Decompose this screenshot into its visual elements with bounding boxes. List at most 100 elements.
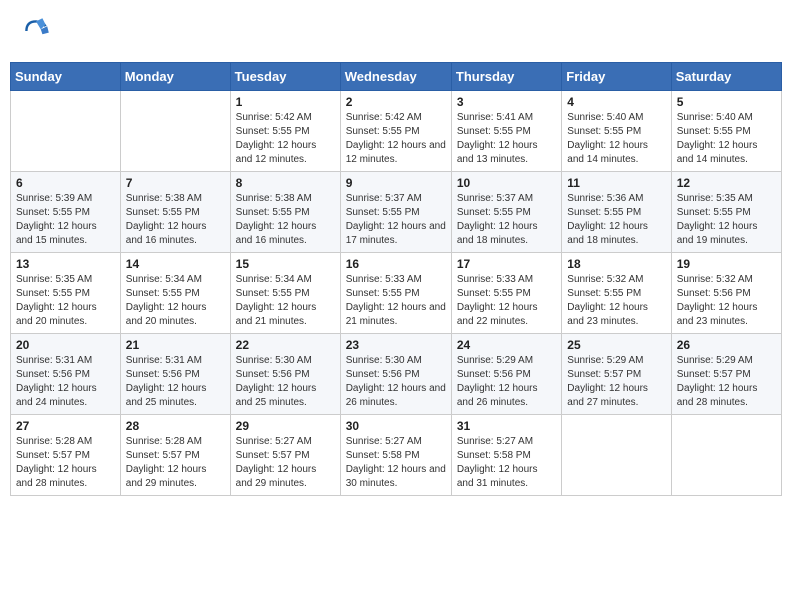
day-number: 3 [457, 95, 556, 109]
day-cell: 16 Sunrise: 5:33 AM Sunset: 5:55 PM Dayli… [340, 253, 451, 334]
day-cell: 30 Sunrise: 5:27 AM Sunset: 5:58 PM Dayli… [340, 415, 451, 496]
day-cell: 27 Sunrise: 5:28 AM Sunset: 5:57 PM Dayli… [11, 415, 121, 496]
day-number: 22 [236, 338, 335, 352]
day-cell: 7Sunrise: 5:38 AM Sunset: 5:55 PM Daylig… [120, 172, 230, 253]
day-cell: 1 Sunrise: 5:42 AM Sunset: 5:55 PM Daylig… [230, 91, 340, 172]
day-cell: 21 Sunrise: 5:31 AM Sunset: 5:56 PM Dayli… [120, 334, 230, 415]
day-info: Sunrise: 5:28 AM Sunset: 5:57 PM Dayligh… [16, 435, 115, 491]
day-info: Sunrise: 5:36 AM Sunset: 5:55 PM Dayligh… [567, 192, 665, 248]
day-info: Sunrise: 5:34 AM Sunset: 5:55 PM Dayligh… [236, 273, 335, 329]
col-header-thursday: Thursday [451, 63, 561, 91]
day-cell: 20 Sunrise: 5:31 AM Sunset: 5:56 PM Dayli… [11, 334, 121, 415]
col-header-friday: Friday [562, 63, 671, 91]
day-number: 2 [346, 95, 446, 109]
day-number: 26 [677, 338, 776, 352]
calendar-table: SundayMondayTuesdayWednesdayThursdayFrid… [10, 62, 782, 496]
day-info: Sunrise: 5:37 AM Sunset: 5:55 PM Dayligh… [346, 192, 446, 248]
day-info: Sunrise: 5:39 AM Sunset: 5:55 PM Dayligh… [16, 192, 115, 248]
day-info: Sunrise: 5:41 AM Sunset: 5:55 PM Dayligh… [457, 111, 556, 167]
day-number: 25 [567, 338, 665, 352]
day-number: 30 [346, 419, 446, 433]
day-info: Sunrise: 5:27 AM Sunset: 5:58 PM Dayligh… [346, 435, 446, 491]
day-info: Sunrise: 5:29 AM Sunset: 5:57 PM Dayligh… [677, 354, 776, 410]
day-number: 19 [677, 257, 776, 271]
day-info: Sunrise: 5:28 AM Sunset: 5:57 PM Dayligh… [126, 435, 225, 491]
day-info: Sunrise: 5:33 AM Sunset: 5:55 PM Dayligh… [457, 273, 556, 329]
day-cell: 4 Sunrise: 5:40 AM Sunset: 5:55 PM Daylig… [562, 91, 671, 172]
day-info: Sunrise: 5:35 AM Sunset: 5:55 PM Dayligh… [16, 273, 115, 329]
day-info: Sunrise: 5:38 AM Sunset: 5:55 PM Dayligh… [126, 192, 225, 248]
day-cell: 22 Sunrise: 5:30 AM Sunset: 5:56 PM Dayli… [230, 334, 340, 415]
logo [20, 15, 56, 47]
page-header [10, 10, 782, 52]
day-number: 17 [457, 257, 556, 271]
day-cell: 9Sunrise: 5:37 AM Sunset: 5:55 PM Daylig… [340, 172, 451, 253]
day-info: Sunrise: 5:29 AM Sunset: 5:56 PM Dayligh… [457, 354, 556, 410]
week-row-3: 13 Sunrise: 5:35 AM Sunset: 5:55 PM Dayli… [11, 253, 782, 334]
day-cell: 10 Sunrise: 5:37 AM Sunset: 5:55 PM Dayli… [451, 172, 561, 253]
day-number: 1 [236, 95, 335, 109]
day-number: 13 [16, 257, 115, 271]
day-number: 27 [16, 419, 115, 433]
day-info: Sunrise: 5:40 AM Sunset: 5:55 PM Dayligh… [567, 111, 665, 167]
day-info: Sunrise: 5:34 AM Sunset: 5:55 PM Dayligh… [126, 273, 225, 329]
day-number: 4 [567, 95, 665, 109]
day-info: Sunrise: 5:37 AM Sunset: 5:55 PM Dayligh… [457, 192, 556, 248]
day-info: Sunrise: 5:42 AM Sunset: 5:55 PM Dayligh… [236, 111, 335, 167]
day-number: 6 [16, 176, 115, 190]
day-info: Sunrise: 5:32 AM Sunset: 5:56 PM Dayligh… [677, 273, 776, 329]
day-info: Sunrise: 5:33 AM Sunset: 5:55 PM Dayligh… [346, 273, 446, 329]
week-row-4: 20 Sunrise: 5:31 AM Sunset: 5:56 PM Dayli… [11, 334, 782, 415]
day-info: Sunrise: 5:31 AM Sunset: 5:56 PM Dayligh… [16, 354, 115, 410]
week-row-5: 27 Sunrise: 5:28 AM Sunset: 5:57 PM Dayli… [11, 415, 782, 496]
col-header-tuesday: Tuesday [230, 63, 340, 91]
day-number: 15 [236, 257, 335, 271]
day-number: 10 [457, 176, 556, 190]
day-info: Sunrise: 5:35 AM Sunset: 5:55 PM Dayligh… [677, 192, 776, 248]
day-cell: 29 Sunrise: 5:27 AM Sunset: 5:57 PM Dayli… [230, 415, 340, 496]
day-cell: 15 Sunrise: 5:34 AM Sunset: 5:55 PM Dayli… [230, 253, 340, 334]
week-row-1: 1 Sunrise: 5:42 AM Sunset: 5:55 PM Daylig… [11, 91, 782, 172]
day-info: Sunrise: 5:40 AM Sunset: 5:55 PM Dayligh… [677, 111, 776, 167]
day-cell: 26 Sunrise: 5:29 AM Sunset: 5:57 PM Dayli… [671, 334, 781, 415]
day-cell: 31Sunrise: 5:27 AM Sunset: 5:58 PM Dayli… [451, 415, 561, 496]
day-number: 18 [567, 257, 665, 271]
day-number: 16 [346, 257, 446, 271]
calendar-header-row: SundayMondayTuesdayWednesdayThursdayFrid… [11, 63, 782, 91]
day-cell: 3 Sunrise: 5:41 AM Sunset: 5:55 PM Daylig… [451, 91, 561, 172]
col-header-saturday: Saturday [671, 63, 781, 91]
col-header-wednesday: Wednesday [340, 63, 451, 91]
day-cell: 12Sunrise: 5:35 AM Sunset: 5:55 PM Dayli… [671, 172, 781, 253]
day-info: Sunrise: 5:42 AM Sunset: 5:55 PM Dayligh… [346, 111, 446, 167]
day-info: Sunrise: 5:30 AM Sunset: 5:56 PM Dayligh… [236, 354, 335, 410]
day-number: 11 [567, 176, 665, 190]
day-number: 21 [126, 338, 225, 352]
day-info: Sunrise: 5:29 AM Sunset: 5:57 PM Dayligh… [567, 354, 665, 410]
day-info: Sunrise: 5:27 AM Sunset: 5:57 PM Dayligh… [236, 435, 335, 491]
day-number: 20 [16, 338, 115, 352]
day-cell [120, 91, 230, 172]
col-header-monday: Monday [120, 63, 230, 91]
day-cell: 11 Sunrise: 5:36 AM Sunset: 5:55 PM Dayli… [562, 172, 671, 253]
day-cell: 14 Sunrise: 5:34 AM Sunset: 5:55 PM Dayli… [120, 253, 230, 334]
day-cell: 5Sunrise: 5:40 AM Sunset: 5:55 PM Daylig… [671, 91, 781, 172]
day-cell [11, 91, 121, 172]
day-cell [562, 415, 671, 496]
day-cell: 2 Sunrise: 5:42 AM Sunset: 5:55 PM Daylig… [340, 91, 451, 172]
day-info: Sunrise: 5:31 AM Sunset: 5:56 PM Dayligh… [126, 354, 225, 410]
day-info: Sunrise: 5:32 AM Sunset: 5:55 PM Dayligh… [567, 273, 665, 329]
day-number: 29 [236, 419, 335, 433]
day-info: Sunrise: 5:27 AM Sunset: 5:58 PM Dayligh… [457, 435, 556, 491]
day-info: Sunrise: 5:30 AM Sunset: 5:56 PM Dayligh… [346, 354, 446, 410]
day-cell: 17 Sunrise: 5:33 AM Sunset: 5:55 PM Dayli… [451, 253, 561, 334]
day-number: 14 [126, 257, 225, 271]
day-cell: 24Sunrise: 5:29 AM Sunset: 5:56 PM Dayli… [451, 334, 561, 415]
col-header-sunday: Sunday [11, 63, 121, 91]
week-row-2: 6 Sunrise: 5:39 AM Sunset: 5:55 PM Daylig… [11, 172, 782, 253]
day-cell: 28 Sunrise: 5:28 AM Sunset: 5:57 PM Dayli… [120, 415, 230, 496]
day-cell: 23Sunrise: 5:30 AM Sunset: 5:56 PM Dayli… [340, 334, 451, 415]
day-cell: 18 Sunrise: 5:32 AM Sunset: 5:55 PM Dayli… [562, 253, 671, 334]
day-number: 28 [126, 419, 225, 433]
day-cell: 8Sunrise: 5:38 AM Sunset: 5:55 PM Daylig… [230, 172, 340, 253]
day-cell: 19 Sunrise: 5:32 AM Sunset: 5:56 PM Dayli… [671, 253, 781, 334]
